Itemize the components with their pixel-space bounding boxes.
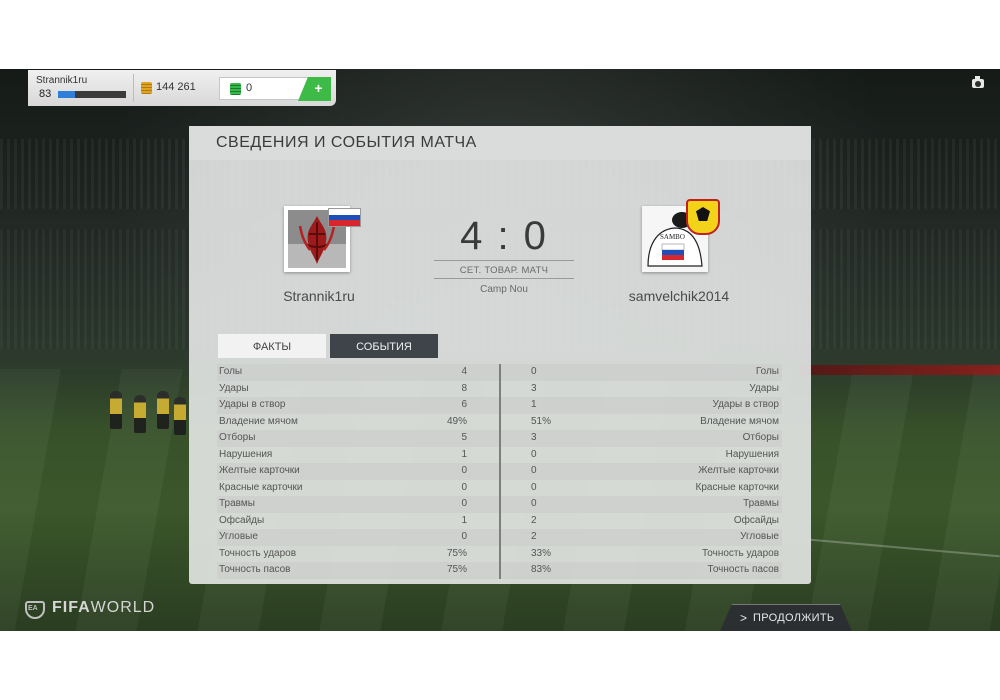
world-logo-text: WORLD xyxy=(90,599,156,616)
stat-label-home: Красные карточки xyxy=(219,481,303,493)
stat-label-home: Угловые xyxy=(219,531,258,542)
stat-value-away: 3 xyxy=(531,382,537,394)
stat-value-away: 3 xyxy=(531,432,537,443)
stat-value-away: 33% xyxy=(531,547,552,559)
stat-value-home: 75% xyxy=(446,547,467,559)
stat-value-home: 6 xyxy=(461,399,467,410)
divider xyxy=(133,74,134,102)
tab-events[interactable]: СОБЫТИЯ xyxy=(330,334,438,358)
stat-label-away: Отборы xyxy=(742,432,779,443)
match-score: 4 : 0 xyxy=(460,214,548,258)
away-crest-text: SAMBO xyxy=(660,233,685,241)
stat-label-home: Удары в створ xyxy=(219,399,286,410)
fifa-logo-text: FIFA xyxy=(52,599,91,616)
tab-facts[interactable]: ФАКТЫ xyxy=(218,334,326,358)
stat-value-home: 4 xyxy=(461,366,467,377)
chevron-right-icon: > xyxy=(740,611,748,625)
stat-label-home: Травмы xyxy=(219,498,255,509)
xp-progress-fill xyxy=(58,91,75,98)
stat-label-home: Владение мячом xyxy=(219,415,298,427)
away-team-name: samvelchik2014 xyxy=(628,288,730,304)
stat-label-away: Нарушения xyxy=(725,448,779,460)
stat-value-home: 1 xyxy=(461,514,467,526)
stat-label-home: Точность пасов xyxy=(219,564,291,575)
stat-label-away: Угловые xyxy=(740,531,779,542)
stat-label-away: Точность ударов xyxy=(701,547,779,559)
camera-icon[interactable] xyxy=(972,76,984,88)
stat-label-away: Офсайды xyxy=(733,514,779,526)
divider xyxy=(434,260,574,261)
stat-value-away: 2 xyxy=(531,514,537,526)
xp-progress-bar xyxy=(58,91,126,98)
player xyxy=(110,391,122,429)
stat-label-away: Голы xyxy=(755,366,779,377)
divider xyxy=(434,278,574,279)
stat-label-home: Точность ударов xyxy=(219,547,297,559)
stat-label-away: Точность пасов xyxy=(707,564,780,575)
fifa-points-box: 0 + xyxy=(219,77,331,101)
stat-value-away: 83% xyxy=(531,564,552,575)
continue-label: ПРОДОЛЖИТЬ xyxy=(753,612,835,624)
stat-label-home: Удары xyxy=(219,382,249,394)
stat-label-away: Удары в створ xyxy=(712,399,780,410)
stat-value-home: 5 xyxy=(461,432,467,443)
stat-value-away: 1 xyxy=(531,399,537,410)
fifa-points-balance: 0 xyxy=(246,82,253,94)
stat-label-away: Удары xyxy=(749,382,779,394)
match-details-panel: СВЕДЕНИЯ И СОБЫТИЯ МАТЧА SAMBO Strannik1… xyxy=(189,126,811,584)
russia-flag-icon xyxy=(328,208,361,227)
player xyxy=(157,391,169,429)
stat-value-home: 0 xyxy=(461,531,467,542)
ad-board xyxy=(800,365,1000,375)
stat-value-away: 2 xyxy=(531,531,537,542)
coins-balance: 144 261 xyxy=(156,81,196,93)
stat-value-away: 0 xyxy=(531,448,537,460)
stat-value-away: 51% xyxy=(531,415,552,427)
continue-button[interactable]: > ПРОДОЛЖИТЬ xyxy=(720,604,852,631)
stat-label-away: Красные карточки xyxy=(695,481,779,493)
player-status-bar: Strannik1ru 83 144 261 0 + xyxy=(28,70,336,106)
player xyxy=(134,395,146,433)
username-label: Strannik1ru xyxy=(36,75,88,86)
stat-label-away: Травмы xyxy=(743,498,779,509)
fifa-points-icon xyxy=(230,83,241,95)
panel-title: СВЕДЕНИЯ И СОБЫТИЯ МАТЧА xyxy=(216,134,477,151)
home-team-name: Strannik1ru xyxy=(283,288,355,304)
stat-value-home: 0 xyxy=(461,498,467,509)
stat-label-away: Владение мячом xyxy=(700,415,779,427)
player xyxy=(174,397,186,435)
stat-value-away: 0 xyxy=(531,498,537,509)
stat-label-home: Отборы xyxy=(219,432,256,443)
stadium-background: Strannik1ru 83 144 261 0 + СВЕДЕНИЯ И СО… xyxy=(0,69,1000,631)
stat-value-home: 1 xyxy=(461,448,467,460)
venue: Camp Nou xyxy=(480,284,528,295)
add-points-button[interactable]: + xyxy=(298,77,331,101)
stat-value-home: 8 xyxy=(461,382,467,394)
coins-icon xyxy=(141,82,152,94)
stat-label-home: Голы xyxy=(219,366,243,377)
stat-value-away: 0 xyxy=(531,465,537,476)
divider xyxy=(499,364,501,579)
stat-value-home: 49% xyxy=(446,415,467,427)
stat-label-home: Офсайды xyxy=(219,514,265,526)
stat-value-away: 0 xyxy=(531,481,537,493)
stat-value-home: 75% xyxy=(446,564,467,575)
stat-label-home: Нарушения xyxy=(219,448,273,460)
level-label: 83 xyxy=(39,88,52,100)
stat-value-away: 0 xyxy=(531,366,537,377)
club-badge-icon xyxy=(686,199,720,235)
match-type: СЕТ. ТОВАР. МАТЧ xyxy=(459,265,549,276)
stat-label-home: Желтые карточки xyxy=(219,465,300,476)
stat-label-away: Желтые карточки xyxy=(698,465,779,476)
panel-header: СВЕДЕНИЯ И СОБЫТИЯ МАТЧА xyxy=(189,126,811,160)
stat-value-home: 0 xyxy=(461,481,467,493)
stat-value-home: 0 xyxy=(461,465,467,476)
